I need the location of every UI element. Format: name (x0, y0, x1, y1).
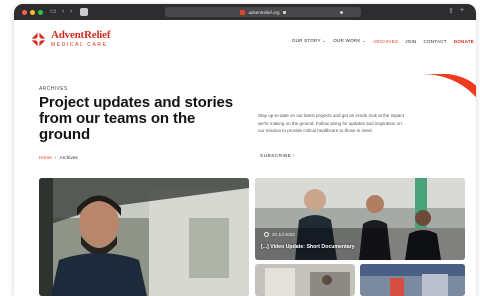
page-title: Project updates and stories from our tea… (39, 94, 234, 143)
new-tab-icon[interactable]: + (460, 7, 464, 14)
address-bar[interactable]: adventrelief.org (165, 7, 361, 17)
minimize-window-button[interactable] (30, 10, 35, 15)
site-logo[interactable]: AdventRelief MEDICAL CARE (30, 29, 111, 48)
nav-contact[interactable]: CONTACT (423, 39, 446, 44)
breadcrumb-home[interactable]: Home (39, 156, 52, 161)
close-window-button[interactable] (22, 10, 27, 15)
story-card-video-portrait[interactable] (39, 178, 249, 296)
clinic-thumbnail-image (360, 264, 465, 296)
page-kicker: ARCHIVES (39, 86, 68, 92)
sidebar-toggle-icon[interactable]: ▭ (50, 7, 57, 17)
nav-archives[interactable]: ARCHIVES (373, 39, 398, 44)
browser-window: ▭ ‹ › adventrelief.org ⇧ + AdventRelief (14, 4, 476, 296)
address-bar-url: adventrelief.org (248, 9, 280, 15)
brand-tagline: MEDICAL CARE (51, 42, 108, 48)
card-date-text: 20 Jul 2023 (272, 232, 295, 237)
breadcrumb-separator: › (54, 156, 57, 161)
calendar-icon (264, 232, 269, 237)
breadcrumb-current: Archives (59, 156, 78, 161)
intro-text: Stay up-to-date on our latest projects a… (258, 113, 404, 134)
breadcrumb: Home › Archives (39, 156, 78, 161)
webpage: AdventRelief MEDICAL CARE OUR STORY ⌄ OU… (14, 20, 476, 296)
card-date: 20 Jul 2023 (264, 232, 295, 237)
story-card-clinic[interactable] (360, 264, 465, 296)
story-card-ward[interactable] (255, 264, 355, 296)
back-icon[interactable]: ‹ (62, 7, 64, 17)
nav-donate[interactable]: DONATE (454, 39, 474, 44)
subscribe-link[interactable]: SUBSCRIBE › (260, 154, 295, 159)
lock-icon (282, 10, 286, 14)
nav-our-work[interactable]: OUR WORK ⌄ (333, 38, 366, 44)
logo-mark-icon (30, 30, 47, 48)
nav-our-story[interactable]: OUR STORY ⌄ (292, 38, 326, 44)
ward-thumbnail-image (255, 264, 355, 296)
card-title[interactable]: [...] Video Update: Short Documentary (261, 244, 355, 250)
nav-join[interactable]: JOIN (405, 39, 416, 44)
video-thumbnail-image (39, 178, 249, 296)
share-icon[interactable]: ⇧ (448, 7, 454, 15)
forward-icon[interactable]: › (70, 7, 72, 17)
main-nav: OUR STORY ⌄ OUR WORK ⌄ ARCHIVES JOIN CON… (292, 38, 474, 44)
extension-icon[interactable] (340, 11, 343, 14)
tab-overview-icon[interactable] (80, 8, 88, 16)
browser-toolbar: ▭ ‹ › adventrelief.org ⇧ + (14, 4, 476, 20)
zoom-window-button[interactable] (38, 10, 43, 15)
site-favicon-icon (240, 9, 246, 15)
brand-name: AdventRelief (51, 29, 111, 41)
decorative-arc (424, 74, 476, 98)
